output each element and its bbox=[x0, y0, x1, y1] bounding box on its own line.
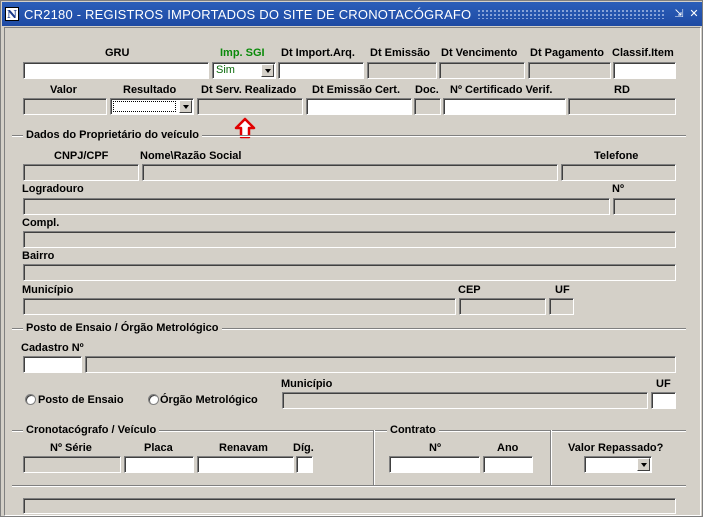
n-certificado-field[interactable] bbox=[443, 98, 566, 115]
section-contrato: Contrato bbox=[387, 424, 439, 436]
contrato-numero-field[interactable] bbox=[389, 456, 480, 473]
label-numero: Nº bbox=[612, 183, 624, 195]
label-imp-sgi: Imp. SGI bbox=[220, 47, 265, 59]
valor-field[interactable] bbox=[23, 98, 107, 115]
contrato-ano-field[interactable] bbox=[483, 456, 533, 473]
label-dt-pagamento: Dt Pagamento bbox=[530, 47, 604, 59]
app-icon[interactable]: N bbox=[5, 7, 19, 21]
label-valor-repassado: Valor Repassado? bbox=[568, 442, 664, 454]
app-window: N CR2180 - REGISTROS IMPORTADOS DO SITE … bbox=[0, 0, 703, 517]
divider bbox=[12, 485, 686, 487]
dt-emissao-field[interactable] bbox=[367, 62, 437, 79]
section-cronotacografo: Cronotacógrafo / Veículo bbox=[23, 424, 160, 436]
dt-serv-realizado-field[interactable] bbox=[197, 98, 303, 115]
bairro-field[interactable] bbox=[23, 264, 676, 281]
rd-field[interactable] bbox=[568, 98, 676, 115]
resultado-select[interactable] bbox=[110, 98, 194, 115]
posto-municipio-field[interactable] bbox=[282, 392, 648, 409]
label-uf: UF bbox=[555, 284, 570, 296]
cep-field[interactable] bbox=[459, 298, 546, 315]
radio-orgao-label[interactable]: Órgão Metrológico bbox=[160, 394, 258, 406]
nome-field[interactable] bbox=[142, 164, 558, 181]
title-bar[interactable]: N CR2180 - REGISTROS IMPORTADOS DO SITE … bbox=[2, 2, 702, 26]
valor-repassado-select[interactable] bbox=[584, 456, 652, 473]
chevron-down-icon[interactable] bbox=[261, 64, 274, 77]
label-doc: Doc. bbox=[415, 84, 439, 96]
label-dt-vencimento: Dt Vencimento bbox=[441, 47, 518, 59]
label-valor: Valor bbox=[50, 84, 77, 96]
label-placa: Placa bbox=[144, 442, 173, 454]
label-n-serie: Nº Série bbox=[50, 442, 92, 454]
label-logradouro: Logradouro bbox=[22, 183, 84, 195]
section-proprietario: Dados do Proprietário do veículo bbox=[23, 129, 202, 141]
chevron-down-icon[interactable] bbox=[637, 458, 650, 471]
cadastro-nome-field[interactable] bbox=[85, 356, 676, 373]
compl-field[interactable] bbox=[23, 231, 676, 248]
label-posto-uf: UF bbox=[656, 378, 671, 390]
dt-emissao-cert-field[interactable] bbox=[306, 98, 412, 115]
label-gru: GRU bbox=[105, 47, 130, 59]
dt-vencimento-field[interactable] bbox=[439, 62, 525, 79]
section-posto: Posto de Ensaio / Órgão Metrológico bbox=[23, 322, 222, 334]
label-dt-serv-realizado: Dt Serv. Realizado bbox=[201, 84, 297, 96]
label-compl: Compl. bbox=[22, 217, 60, 229]
imp-sgi-value: Sim bbox=[216, 64, 235, 76]
posto-uf-field[interactable] bbox=[651, 392, 676, 409]
label-dt-emissao: Dt Emissão bbox=[370, 47, 430, 59]
numero-field[interactable] bbox=[613, 198, 676, 215]
uf-field[interactable] bbox=[549, 298, 574, 315]
divider bbox=[373, 430, 375, 486]
window-title: CR2180 - REGISTROS IMPORTADOS DO SITE DE… bbox=[24, 6, 472, 22]
telefone-field[interactable] bbox=[561, 164, 676, 181]
focus-rect bbox=[113, 101, 176, 112]
chevron-down-icon[interactable] bbox=[179, 100, 192, 113]
radio-posto-ensaio[interactable] bbox=[25, 394, 36, 405]
radio-posto-label[interactable]: Posto de Ensaio bbox=[38, 394, 124, 406]
label-resultado: Resultado bbox=[123, 84, 177, 96]
label-rd: RD bbox=[614, 84, 630, 96]
label-cep: CEP bbox=[458, 284, 481, 296]
minimize-icon[interactable]: ⇲ bbox=[672, 6, 686, 22]
label-municipio: Município bbox=[22, 284, 74, 296]
logradouro-field[interactable] bbox=[23, 198, 610, 215]
label-classif-item: Classif.Item bbox=[612, 47, 674, 59]
label-nome: Nome\Razão Social bbox=[140, 150, 242, 162]
label-dig: Díg. bbox=[293, 442, 314, 454]
label-contrato-numero: Nº bbox=[429, 442, 441, 454]
doc-field[interactable] bbox=[414, 98, 441, 115]
cnpj-field[interactable] bbox=[23, 164, 139, 181]
n-serie-field[interactable] bbox=[23, 456, 121, 473]
close-icon[interactable]: ✕ bbox=[687, 6, 701, 22]
dt-pagamento-field[interactable] bbox=[528, 62, 611, 79]
label-cadastro: Cadastro Nº bbox=[21, 342, 84, 354]
status-field[interactable] bbox=[23, 498, 676, 514]
label-renavam: Renavam bbox=[219, 442, 268, 454]
title-bar-pattern bbox=[477, 9, 666, 19]
dt-import-field[interactable] bbox=[278, 62, 364, 79]
label-dt-emissao-cert: Dt Emissão Cert. bbox=[312, 84, 401, 96]
label-contrato-ano: Ano bbox=[497, 442, 519, 454]
dig-field[interactable] bbox=[296, 456, 313, 473]
label-n-certificado: Nº Certificado Verif. bbox=[450, 84, 553, 96]
radio-orgao-metrologico[interactable] bbox=[148, 394, 159, 405]
label-bairro: Bairro bbox=[22, 250, 55, 262]
imp-sgi-select[interactable]: Sim bbox=[212, 62, 276, 79]
gru-field[interactable] bbox=[23, 62, 209, 79]
divider bbox=[550, 430, 552, 486]
municipio-field[interactable] bbox=[23, 298, 456, 315]
placa-field[interactable] bbox=[124, 456, 194, 473]
classif-item-field[interactable] bbox=[613, 62, 676, 79]
label-posto-municipio: Município bbox=[281, 378, 333, 390]
label-cnpj: CNPJ/CPF bbox=[54, 150, 109, 162]
label-dt-import: Dt Import.Arq. bbox=[281, 47, 355, 59]
renavam-field[interactable] bbox=[197, 456, 294, 473]
cadastro-field[interactable] bbox=[23, 356, 82, 373]
label-telefone: Telefone bbox=[594, 150, 639, 162]
